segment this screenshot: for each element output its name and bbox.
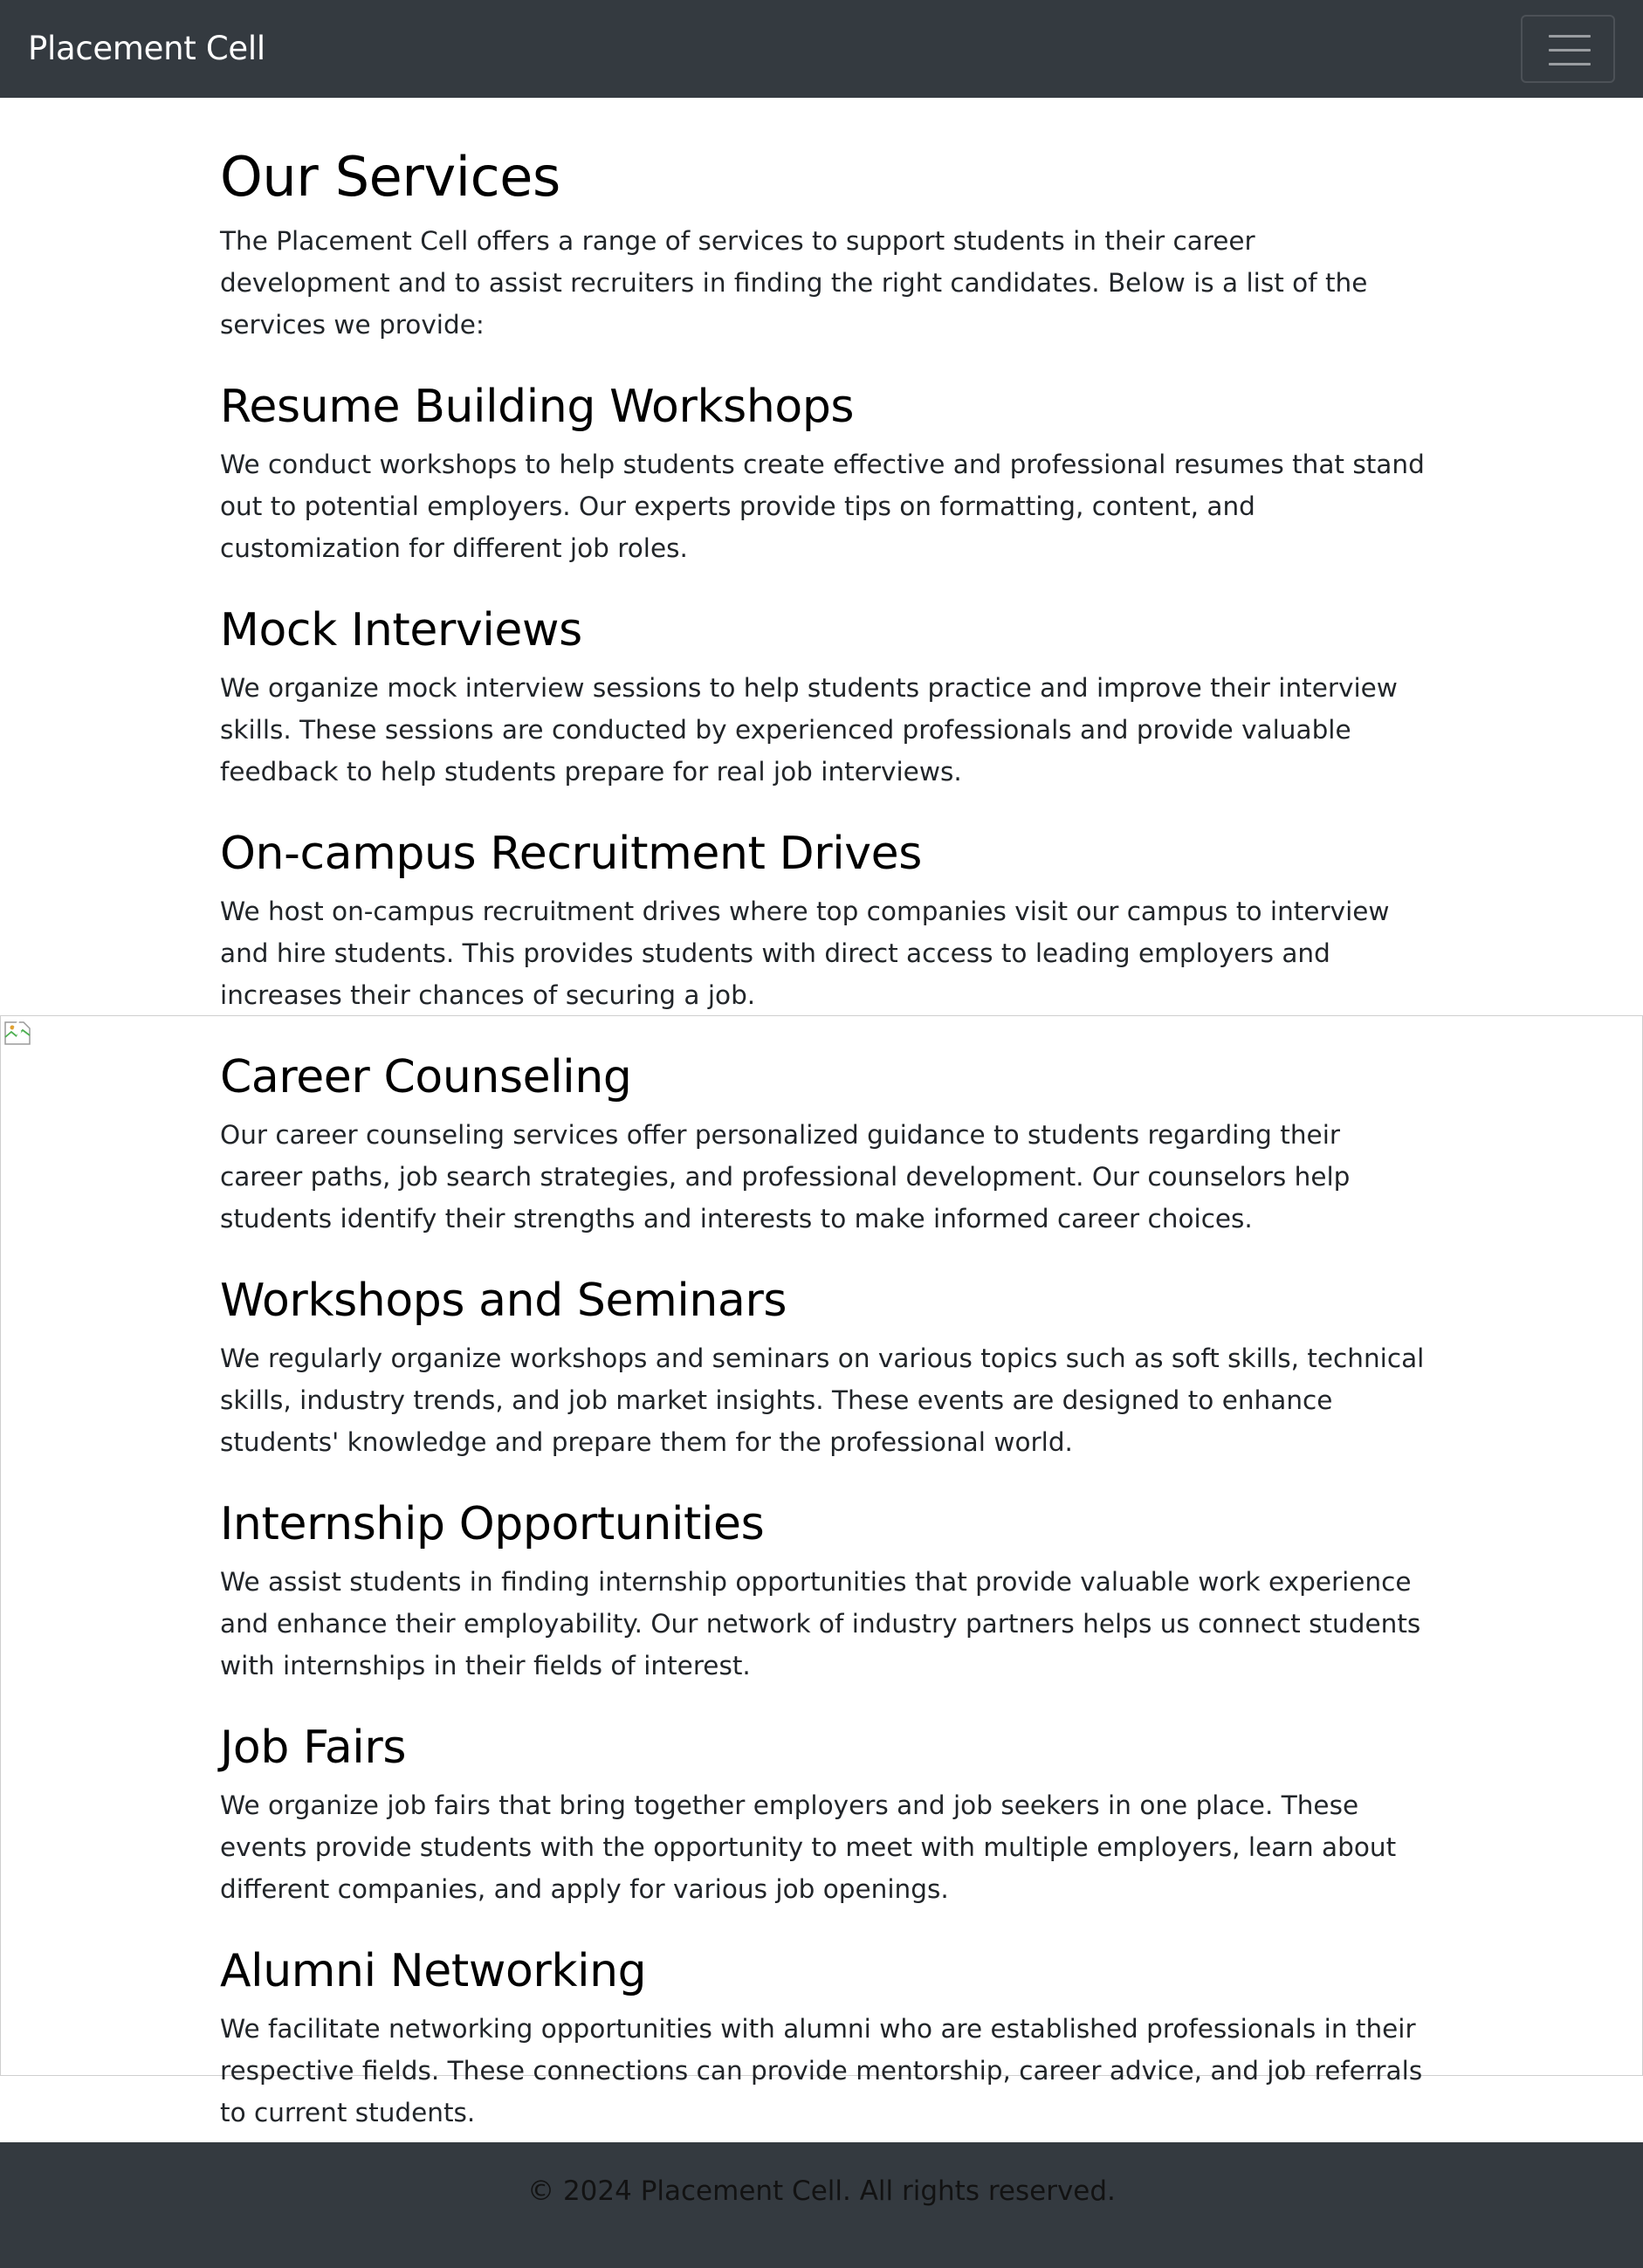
navbar: Placement Cell [0, 0, 1643, 98]
service-body-recruitment-drives: We host on-campus recruitment drives whe… [220, 897, 1390, 1010]
service-heading-workshops-seminars: Workshops and Seminars [220, 1275, 787, 1327]
service-heading-job-fairs: Job Fairs [220, 1722, 407, 1774]
service-body-workshops-seminars: We regularly organize workshops and semi… [220, 1344, 1425, 1457]
service-heading-career-counseling: Career Counseling [220, 1051, 632, 1103]
service-body-alumni-networking: We facilitate networking opportunities w… [220, 2014, 1423, 2127]
navbar-toggler-button[interactable] [1521, 15, 1615, 83]
service-body-job-fairs: We organize job fairs that bring togethe… [220, 1790, 1397, 1904]
service-body-career-counseling: Our career counseling services offer per… [220, 1120, 1351, 1234]
broken-image-icon [4, 1021, 31, 1045]
service-heading-internships: Internship Opportunities [220, 1498, 765, 1550]
navbar-brand[interactable]: Placement Cell [28, 0, 265, 98]
footer-copyright: © 2024 Placement Cell. All rights reserv… [527, 2175, 1116, 2207]
service-heading-resume-building: Resume Building Workshops [220, 381, 855, 433]
service-heading-recruitment-drives: On-campus Recruitment Drives [220, 828, 922, 880]
page-title: Our Services [220, 145, 560, 209]
service-body-internships: We assist students in finding internship… [220, 1567, 1421, 1680]
intro-paragraph: The Placement Cell offers a range of ser… [220, 226, 1368, 340]
service-body-mock-interviews: We organize mock interview sessions to h… [220, 673, 1398, 787]
service-heading-alumni-networking: Alumni Networking [220, 1945, 647, 1997]
footer: © 2024 Placement Cell. All rights reserv… [0, 2142, 1643, 2268]
service-heading-mock-interviews: Mock Interviews [220, 604, 582, 656]
service-body-resume-building: We conduct workshops to help students cr… [220, 450, 1425, 563]
main-content: Our Services The Placement Cell offers a… [220, 140, 1425, 2134]
